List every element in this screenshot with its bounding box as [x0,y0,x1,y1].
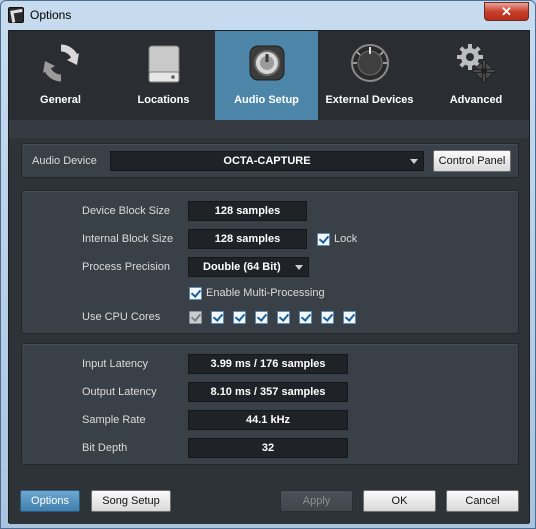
cpu-core-checkbox-5[interactable] [277,311,290,324]
chevron-down-icon [295,265,303,270]
tab-external-devices[interactable]: External Devices [318,31,421,120]
internal-block-size-field[interactable]: 128 samples [188,229,307,249]
multi-processing-label: Enable Multi-Processing [206,287,325,299]
cpu-core-checkbox-8[interactable] [343,311,356,324]
tab-label: External Devices [325,94,414,106]
song-setup-button[interactable]: Song Setup [91,490,171,512]
cpu-core-checkbox-3[interactable] [233,311,246,324]
lock-checkbox[interactable] [317,233,330,246]
tab-label: General [40,94,81,106]
tab-audio-setup[interactable]: Audio Setup [215,31,318,120]
process-precision-value: Double (64 Bit) [203,261,281,273]
apply-button[interactable]: Apply [280,490,353,512]
cancel-button[interactable]: Cancel [446,490,519,512]
audio-device-dropdown[interactable]: OCTA-CAPTURE [110,151,424,171]
output-latency-value: 8.10 ms / 357 samples [188,382,348,402]
cpu-core-checkbox-4[interactable] [255,311,268,324]
chevron-down-icon [410,159,418,164]
cpu-core-checkbox-2[interactable] [211,311,224,324]
knob-icon [350,44,389,82]
bit-depth-value: 32 [188,438,348,458]
refresh-icon [42,44,79,82]
tab-label: Advanced [449,94,503,106]
window-title: Options [30,8,72,22]
footer-bar: Options Song Setup Apply OK Cancel [9,477,529,524]
gears-icon [457,44,496,83]
device-block-size-label: Device Block Size [82,205,171,217]
app-icon [8,7,24,23]
options-window: Options ✕ General Locations Audio Setup … [0,0,536,529]
hard-drive-icon [148,45,179,83]
speaker-knob-icon [249,45,284,81]
input-latency-label: Input Latency [82,358,149,370]
tab-advanced[interactable]: Advanced [421,31,531,120]
lock-label: Lock [334,233,358,245]
cpu-core-checkbox-7[interactable] [321,311,334,324]
bit-depth-label: Bit Depth [82,442,128,454]
device-block-size-field[interactable]: 128 samples [188,201,307,221]
cpu-cores-label: Use CPU Cores [82,311,161,323]
ok-button[interactable]: OK [363,490,436,512]
tab-label: Locations [137,94,190,106]
close-button[interactable]: ✕ [484,2,529,21]
multi-processing-checkbox[interactable] [189,287,202,300]
process-precision-label: Process Precision [82,261,171,273]
tab-general[interactable]: General [9,31,112,120]
process-precision-dropdown[interactable]: Double (64 Bit) [188,257,309,277]
processing-panel: Device Block Size 128 samples Internal B… [21,190,519,334]
latency-info-panel: Input Latency 3.99 ms / 176 samples Outp… [21,343,519,465]
cpu-core-checkbox-6[interactable] [299,311,312,324]
output-latency-label: Output Latency [82,386,157,398]
control-panel-button[interactable]: Control Panel [433,150,511,172]
options-dialog-body: General Locations Audio Setup External D… [8,30,530,524]
sample-rate-value: 44.1 kHz [188,410,348,430]
cpu-core-checkbox-1 [189,311,202,324]
tab-label: Audio Setup [234,94,299,106]
tab-bar: General Locations Audio Setup External D… [9,31,529,120]
tab-locations[interactable]: Locations [112,31,215,120]
audio-device-value: OCTA-CAPTURE [223,155,311,167]
input-latency-value: 3.99 ms / 176 samples [188,354,348,374]
audio-device-label: Audio Device [32,155,97,167]
internal-block-size-label: Internal Block Size [82,233,174,245]
audio-device-panel: Audio Device OCTA-CAPTURE Control Panel [21,143,519,178]
options-button[interactable]: Options [20,490,80,512]
tab-divider [9,120,529,138]
sample-rate-label: Sample Rate [82,414,146,426]
title-bar[interactable]: Options ✕ [1,1,535,31]
